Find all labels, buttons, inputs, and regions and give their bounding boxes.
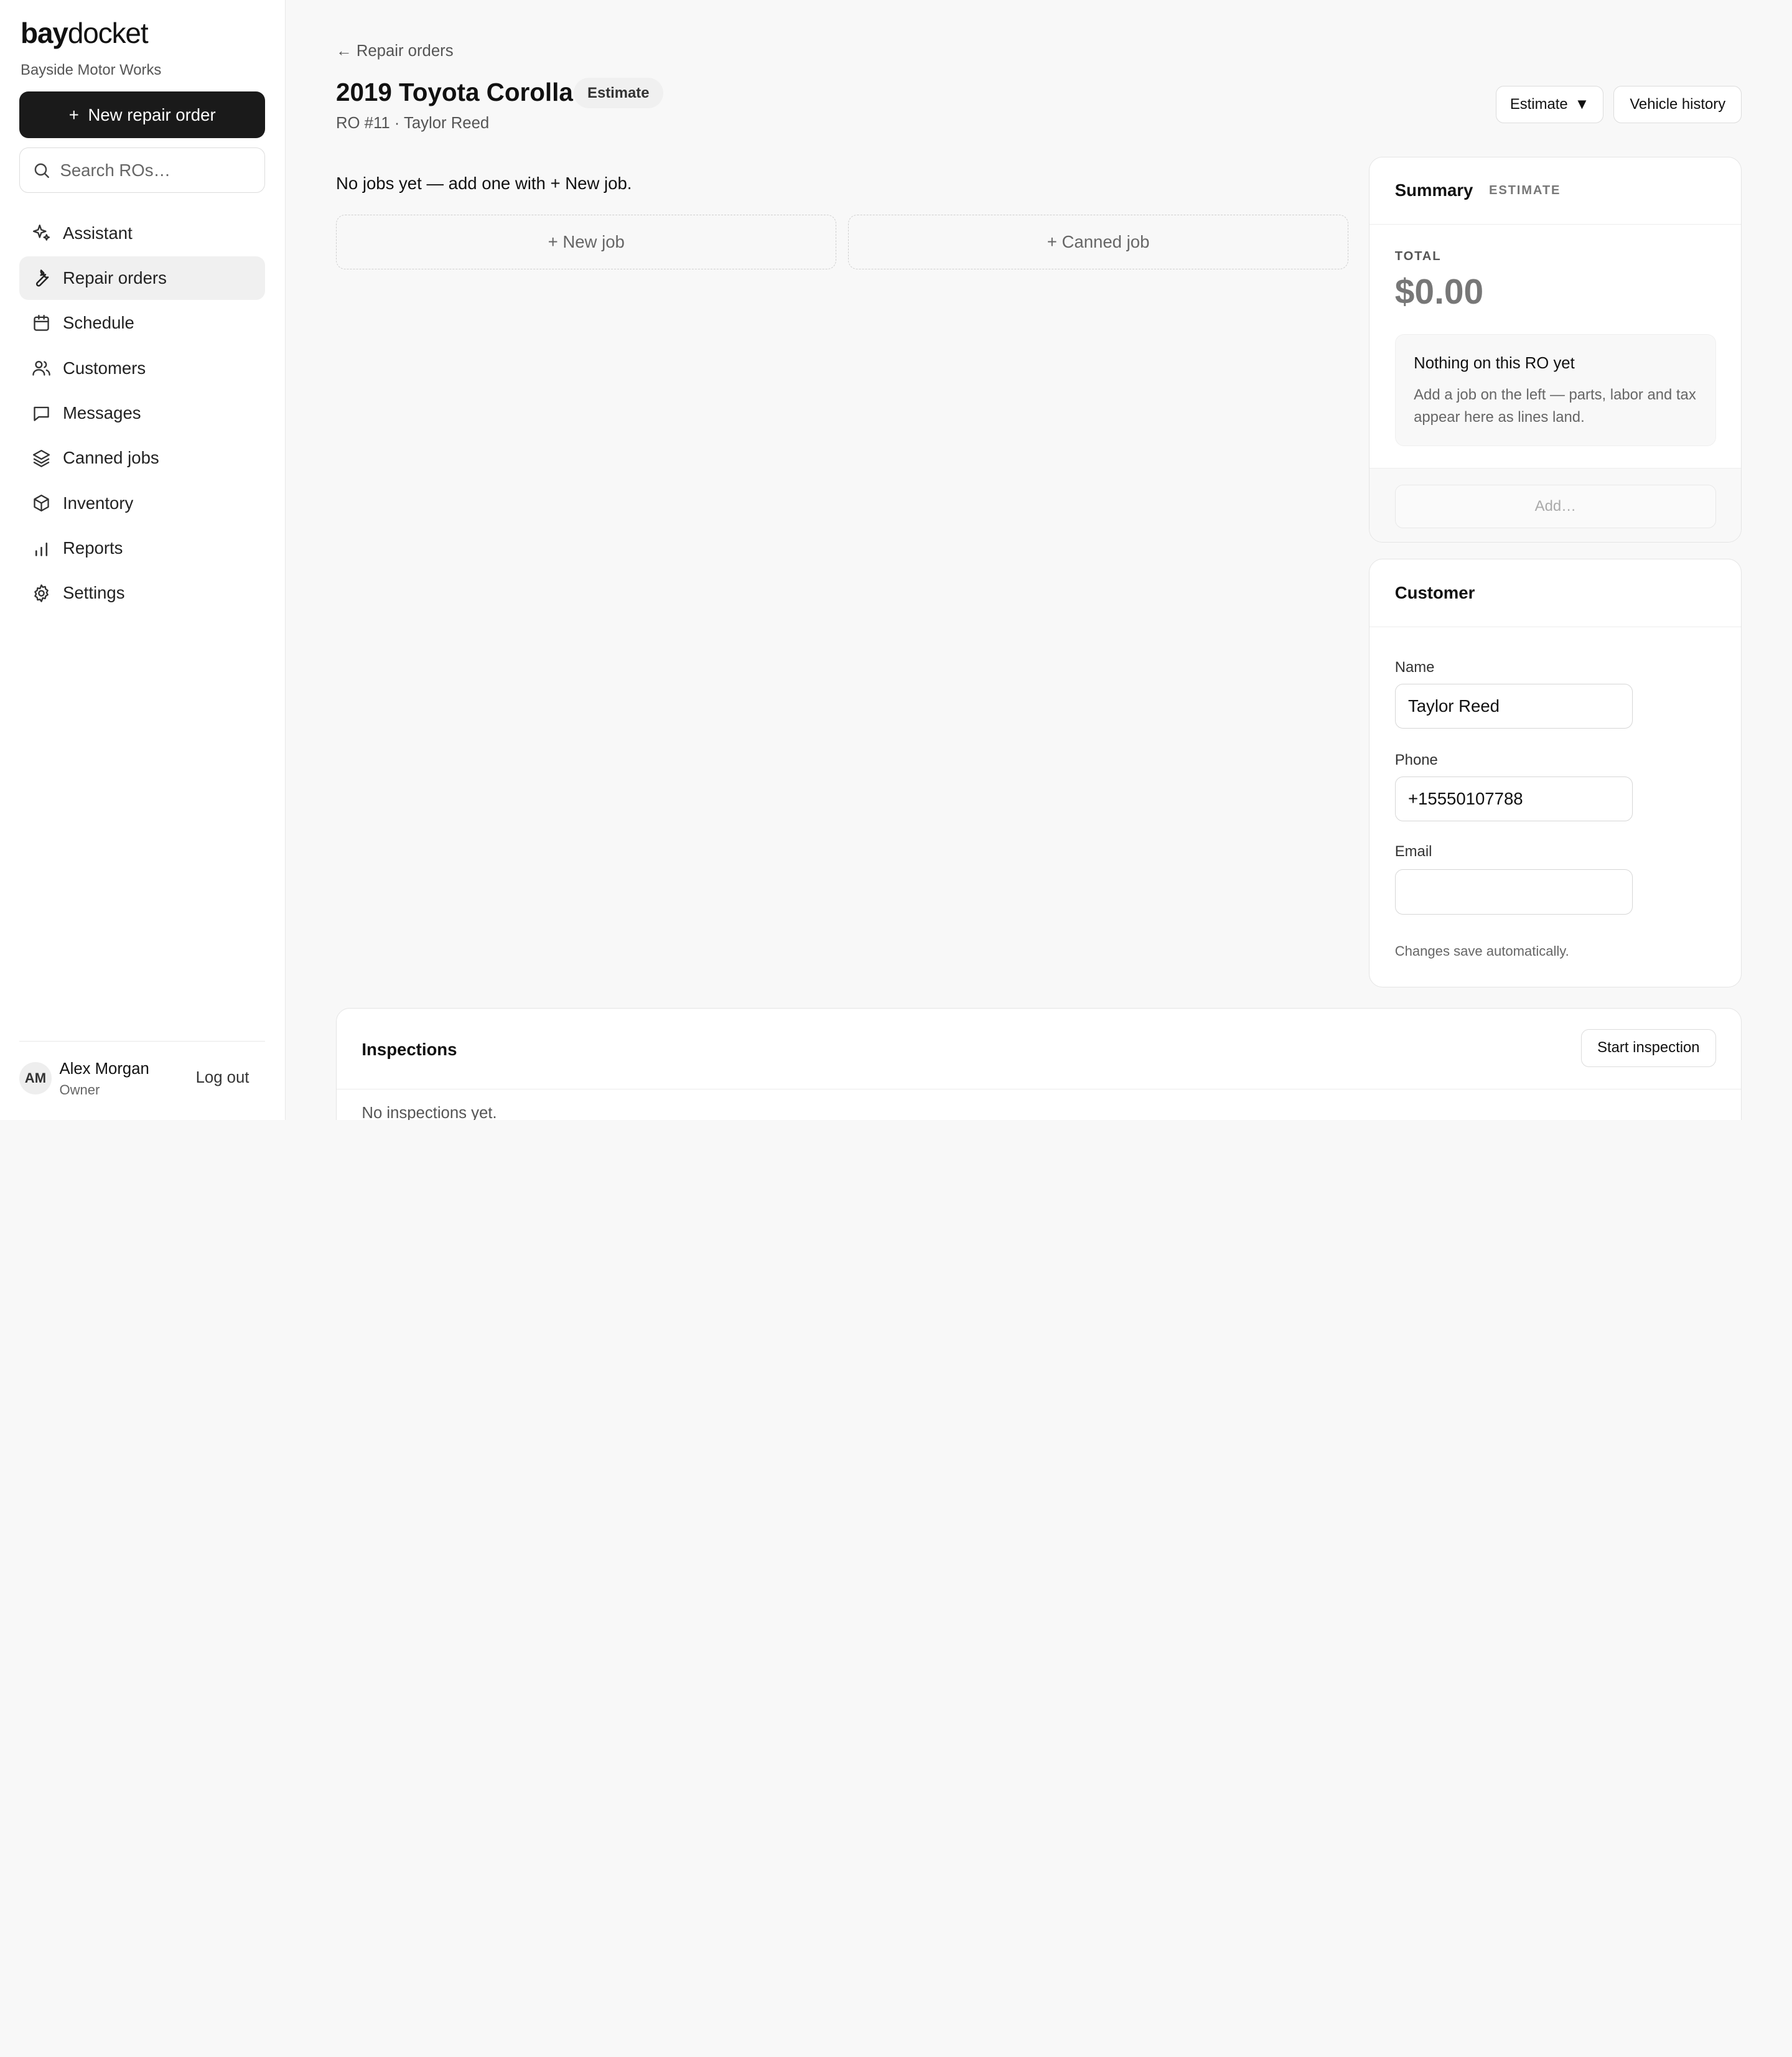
summary-footer: [1370, 468, 1742, 543]
sidebar-item-settings[interactable]: Settings: [19, 572, 265, 615]
inspections-card: Inspections Start inspection No inspecti…: [335, 1007, 1742, 1120]
wrench-icon: [35, 269, 49, 287]
canned-job-button[interactable]: + Canned job: [847, 215, 1349, 270]
search-box[interactable]: [19, 147, 266, 194]
sidebar-item-label: Inventory: [62, 493, 134, 513]
search-icon: [35, 163, 50, 178]
customer-card: Customer Name Phone Email Changes save a…: [1369, 559, 1742, 987]
start-inspection-button[interactable]: Start inspection: [1581, 1029, 1716, 1067]
gear-icon: [34, 584, 49, 602]
app-logo[interactable]: baydocket: [21, 16, 149, 50]
box-icon: [33, 495, 49, 512]
shop-name: Bayside Motor Works: [21, 62, 162, 79]
phone-label: Phone: [1394, 751, 1438, 768]
customer-name-field[interactable]: [1394, 684, 1633, 729]
sidebar-item-messages[interactable]: Messages: [19, 391, 265, 435]
back-to-repair-orders-link[interactable]: ← Repair orders: [336, 42, 454, 60]
autosave-note: Changes save automatically.: [1394, 943, 1569, 959]
chevron-down-icon: ▼: [1574, 96, 1590, 113]
total-value: $0.00: [1394, 272, 1484, 312]
sidebar: baydocket Bayside Motor Works + New repa…: [0, 0, 286, 1120]
user-name: Alex Morgan: [59, 1060, 149, 1078]
sidebar-item-label: Settings: [62, 583, 125, 603]
user-role: Owner: [59, 1081, 100, 1098]
sidebar-item-inventory[interactable]: Inventory: [19, 482, 265, 525]
inspections-empty-message: No inspections yet.: [362, 1104, 497, 1120]
customer-header: Customer: [1370, 559, 1742, 627]
ro-subtitle: RO #11 · Taylor Reed: [335, 114, 490, 132]
name-label: Name: [1394, 658, 1435, 676]
add-line-input[interactable]: [1394, 484, 1716, 528]
plus-icon: +: [68, 105, 79, 124]
calendar-icon: [33, 314, 49, 331]
message-icon: [33, 406, 49, 421]
sidebar-item-schedule[interactable]: Schedule: [19, 301, 265, 345]
status-badge: Estimate: [574, 77, 663, 109]
app-root: baydocket Bayside Motor Works + New repa…: [0, 0, 1792, 1120]
summary-title: Summary: [1394, 180, 1473, 200]
inspections-title: Inspections: [362, 1039, 457, 1059]
summary-header: Summary ESTIMATE: [1370, 157, 1742, 225]
vehicle-history-button[interactable]: Vehicle history: [1613, 85, 1742, 124]
users-icon: [32, 361, 50, 376]
sidebar-item-customers[interactable]: Customers: [19, 347, 265, 390]
customer-email-field[interactable]: [1394, 869, 1633, 915]
new-repair-order-button[interactable]: + New repair order: [19, 91, 266, 139]
sidebar-item-label: Assistant: [62, 223, 133, 243]
status-dropdown-label: Estimate: [1510, 96, 1568, 113]
jobs-empty-message: No jobs yet — add one with + New job.: [335, 174, 632, 194]
sidebar-item-reports[interactable]: Reports: [19, 526, 265, 570]
sidebar-item-label: Canned jobs: [62, 448, 159, 468]
sidebar-nav: Assistant Repair orders Schedule Custome…: [19, 212, 266, 617]
sidebar-item-label: Schedule: [62, 313, 134, 333]
summary-status-tag: ESTIMATE: [1489, 183, 1561, 197]
summary-empty-state: Nothing on this RO yet Add a job on the …: [1394, 334, 1716, 447]
new-job-button[interactable]: + New job: [335, 215, 837, 270]
search-input[interactable]: [60, 160, 243, 180]
page-title: 2019 Toyota Corolla: [335, 77, 573, 106]
layers-icon: [32, 449, 50, 467]
sidebar-item-assistant[interactable]: Assistant: [19, 212, 265, 255]
inspections-divider: [336, 1088, 1742, 1090]
sidebar-item-canned-jobs[interactable]: Canned jobs: [19, 437, 265, 480]
summary-empty-title: Nothing on this RO yet: [1414, 354, 1575, 372]
user-panel: AM Alex Morgan Owner Log out: [19, 1041, 266, 1120]
logo-bold-text: bay: [21, 16, 68, 49]
sidebar-item-repair-orders[interactable]: Repair orders: [19, 256, 266, 300]
sparkle-icon: [32, 225, 50, 241]
status-dropdown-button[interactable]: Estimate ▼: [1496, 85, 1603, 124]
logo-rest-text: docket: [67, 16, 149, 49]
sidebar-item-label: Messages: [62, 403, 141, 423]
sidebar-item-label: Reports: [62, 538, 123, 558]
sidebar-item-label: Customers: [62, 358, 146, 378]
summary-card: Summary ESTIMATE TOTAL $0.00 Nothing on …: [1369, 156, 1742, 543]
email-label: Email: [1394, 842, 1432, 860]
customer-phone-field[interactable]: [1394, 777, 1633, 821]
logout-button[interactable]: Log out: [196, 1069, 250, 1087]
avatar: AM: [19, 1062, 52, 1094]
new-repair-order-label: New repair order: [88, 105, 216, 124]
total-label: TOTAL: [1394, 250, 1442, 264]
sidebar-item-label: Repair orders: [62, 268, 167, 288]
bar-chart-icon: [35, 542, 47, 556]
summary-empty-body: Add a job on the left — parts, labor and…: [1414, 386, 1696, 426]
customer-title: Customer: [1394, 582, 1475, 602]
